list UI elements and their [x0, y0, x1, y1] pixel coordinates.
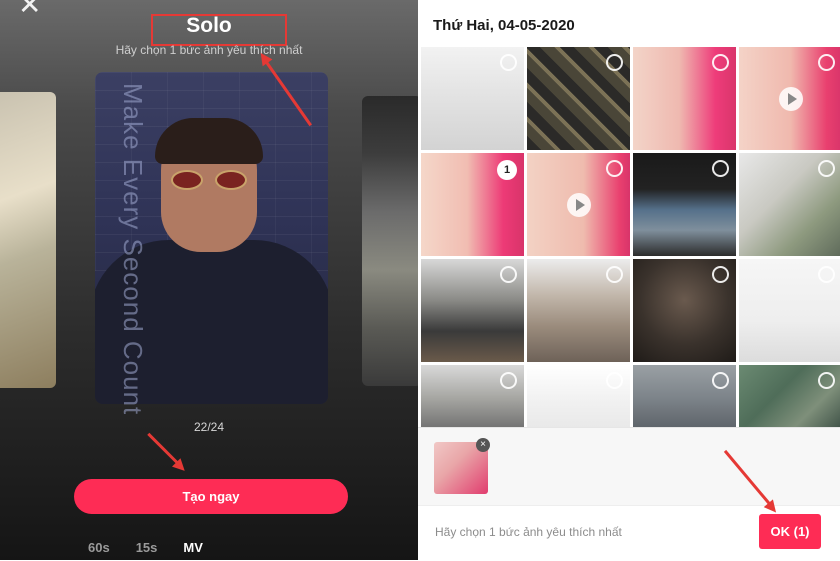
select-circle-icon[interactable]: [500, 54, 517, 71]
play-icon[interactable]: [566, 192, 591, 217]
photo-cell-selected[interactable]: 1: [421, 153, 524, 256]
template-preview-panel: ✕ Solo Hãy chọn 1 bức ảnh yêu thích nhất…: [0, 0, 418, 560]
selected-thumbnails-bar: ×: [418, 427, 840, 506]
selection-hint: Hãy chọn 1 bức ảnh yêu thích nhất: [435, 525, 622, 539]
photo-cell[interactable]: [633, 365, 736, 430]
photo-cell[interactable]: [421, 365, 524, 430]
select-circle-icon[interactable]: [818, 372, 835, 389]
photo-cell[interactable]: [633, 259, 736, 362]
select-circle-icon[interactable]: [500, 372, 517, 389]
tab-15s[interactable]: 15s: [136, 540, 158, 555]
select-circle-icon[interactable]: [818, 160, 835, 177]
annotation-arrow-button: [147, 432, 180, 465]
select-circle-icon[interactable]: [712, 160, 729, 177]
selected-badge[interactable]: 1: [497, 160, 517, 180]
photo-picker-panel: Thứ Hai, 04-05-2020 1 × Hãy chọn 1 bức ả…: [418, 0, 840, 561]
select-circle-icon[interactable]: [818, 266, 835, 283]
photo-cell[interactable]: [527, 153, 630, 256]
next-template-card[interactable]: [362, 96, 418, 386]
photo-cell[interactable]: [527, 47, 630, 150]
photo-grid: 1: [418, 47, 840, 430]
select-circle-icon[interactable]: [606, 54, 623, 71]
template-counter: 22/24: [193, 420, 225, 434]
photo-cell[interactable]: [527, 259, 630, 362]
photo-cell[interactable]: [739, 47, 840, 150]
person-hair: [155, 118, 263, 164]
annotation-highlight-box: [151, 14, 287, 46]
date-header: Thứ Hai, 04-05-2020: [433, 17, 575, 34]
photo-cell[interactable]: [633, 153, 736, 256]
picker-footer: Hãy chọn 1 bức ảnh yêu thích nhất OK (1): [418, 505, 840, 561]
photo-cell[interactable]: [421, 259, 524, 362]
photo-cell[interactable]: [633, 47, 736, 150]
duration-tabs: 60s 15s MV: [88, 540, 229, 555]
photo-cell[interactable]: [739, 365, 840, 430]
select-circle-icon[interactable]: [712, 372, 729, 389]
play-icon[interactable]: [778, 86, 803, 111]
card-overlay-text: Make Every Second Count: [118, 83, 148, 416]
photo-cell[interactable]: [527, 365, 630, 430]
tab-mv[interactable]: MV: [183, 540, 203, 555]
select-circle-icon[interactable]: [712, 54, 729, 71]
select-circle-icon[interactable]: [606, 160, 623, 177]
select-circle-icon[interactable]: [606, 266, 623, 283]
ok-button[interactable]: OK (1): [759, 514, 821, 549]
create-now-button[interactable]: Tạo ngay: [74, 479, 348, 514]
remove-icon[interactable]: ×: [476, 438, 490, 452]
sunglasses: [171, 170, 249, 192]
tab-60s[interactable]: 60s: [88, 540, 110, 555]
select-circle-icon[interactable]: [818, 54, 835, 71]
template-subtitle: Hãy chọn 1 bức ảnh yêu thích nhất: [115, 43, 303, 57]
photo-cell[interactable]: [739, 153, 840, 256]
select-circle-icon[interactable]: [712, 266, 729, 283]
previous-template-card[interactable]: [0, 92, 56, 388]
photo-cell[interactable]: [421, 47, 524, 150]
select-circle-icon[interactable]: [606, 372, 623, 389]
select-circle-icon[interactable]: [500, 266, 517, 283]
photo-cell[interactable]: [739, 259, 840, 362]
